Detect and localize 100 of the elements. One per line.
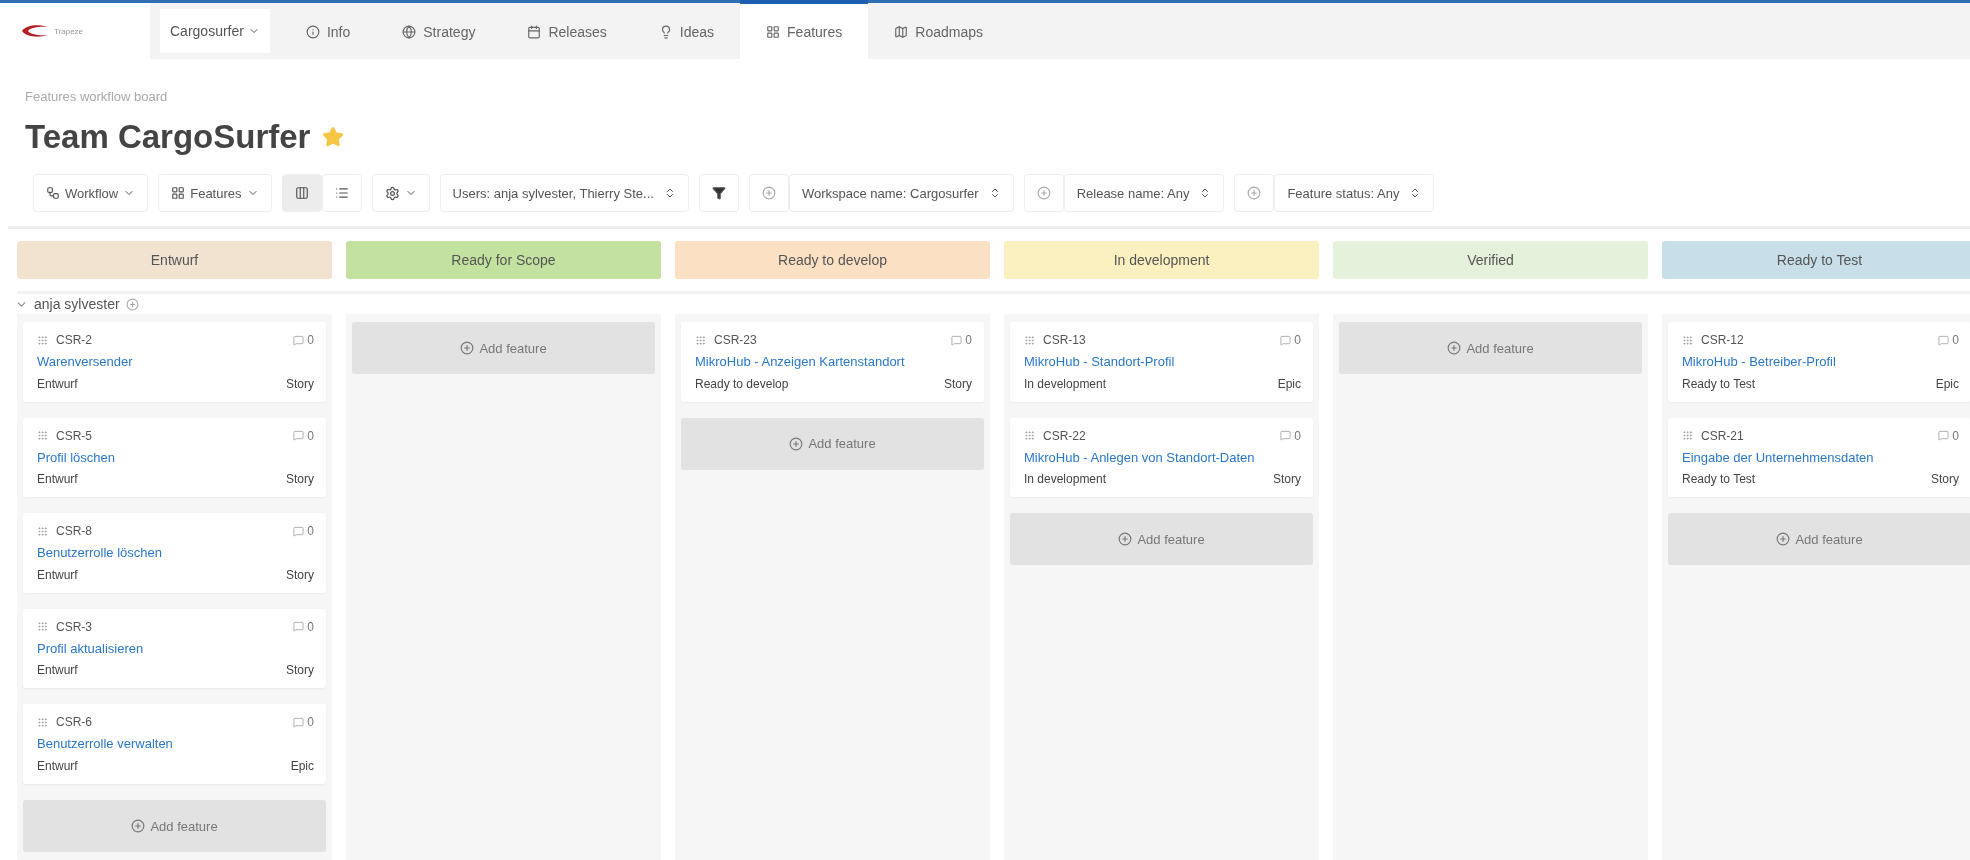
comment-count: 0 — [307, 619, 314, 634]
card-status: Entwurf — [37, 759, 78, 773]
card-title-link[interactable]: Warenversender — [37, 353, 314, 371]
card-title-link[interactable]: MikroHub - Anzeigen Kartenstandort — [695, 353, 972, 371]
card-id: CSR-8 — [56, 524, 93, 539]
nav-tab[interactable]: Roadmaps — [868, 0, 1009, 59]
comment-icon — [293, 525, 305, 537]
comment-count: 0 — [307, 524, 314, 539]
feature-card[interactable]: CSR-13 0 MikroHub - Standort-Profil In development Epic — [1010, 322, 1313, 402]
drag-handle-icon[interactable] — [37, 525, 48, 537]
filter-select[interactable]: Release name: Any — [1063, 174, 1225, 212]
card-title-link[interactable]: Benutzerrolle löschen — [37, 544, 314, 562]
nav-tab[interactable]: Strategy — [376, 0, 502, 59]
filter-toggle[interactable] — [748, 174, 789, 212]
feature-card[interactable]: CSR-3 0 Profil aktualisieren Entwurf Story — [23, 608, 326, 689]
add-feature-button[interactable]: Add feature — [1668, 513, 1970, 566]
add-feature-button[interactable]: Add feature — [352, 322, 655, 375]
card-type: Epic — [1277, 376, 1301, 391]
add-feature-button[interactable]: Add feature — [1010, 513, 1313, 566]
grid-icon — [766, 24, 781, 39]
drag-handle-icon[interactable] — [1024, 430, 1035, 442]
feature-card[interactable]: CSR-22 0 MikroHub - Anlegen von Standort-Daten In development Story — [1010, 417, 1313, 498]
card-status: Entwurf — [37, 567, 78, 582]
card-title-link[interactable]: Profil löschen — [37, 448, 314, 467]
card-type: Epic — [1935, 376, 1959, 391]
filter-select[interactable]: Feature status: Any — [1274, 174, 1435, 212]
add-circle-icon — [761, 186, 776, 200]
add-circle-icon[interactable] — [125, 297, 139, 311]
card-title-link[interactable]: MikroHub - Standort-Profil — [1024, 353, 1301, 371]
card-title-link[interactable]: MikroHub - Betreiber-Profil — [1682, 353, 1959, 371]
feature-card[interactable]: CSR-23 0 MikroHub - Anzeigen Kartenstandort Ready to develop Story — [681, 322, 984, 402]
feature-card[interactable]: CSR-6 0 Benutzerrolle verwalten Entwurf Epic — [23, 704, 326, 784]
settings-button[interactable] — [371, 174, 430, 212]
comment-icon — [293, 430, 305, 442]
card-type: Story — [286, 567, 314, 582]
feature-card[interactable]: CSR-2 0 Warenversender Entwurf Story — [23, 322, 326, 402]
add-feature-button[interactable]: Add feature — [1339, 322, 1642, 375]
feature-card[interactable]: CSR-21 0 Eingabe der Unternehmensdaten Ready to Test Story — [1668, 417, 1970, 498]
view-toggle[interactable] — [321, 174, 362, 212]
card-status: Ready to Test — [1682, 472, 1756, 487]
comment-icon — [293, 621, 305, 633]
column-header: In development — [1004, 241, 1319, 279]
comment-icon — [1280, 430, 1292, 442]
drag-handle-icon[interactable] — [695, 334, 706, 346]
drag-handle-icon[interactable] — [37, 430, 48, 442]
menu-button[interactable]: Features — [158, 174, 272, 212]
card-id: CSR-22 — [1043, 428, 1087, 443]
column-header: Ready for Scope — [346, 241, 661, 279]
card-status: Ready to Test — [1682, 376, 1756, 391]
drag-handle-icon[interactable] — [1682, 430, 1693, 442]
add-circle-icon — [1776, 532, 1791, 547]
nav-tab[interactable]: Features — [740, 0, 869, 59]
filter-button[interactable] — [698, 174, 739, 212]
column-header: Ready to Test — [1662, 241, 1970, 279]
breadcrumb: Features workflow board — [24, 88, 169, 104]
comment-count: 0 — [307, 428, 314, 443]
feature-card[interactable]: CSR-8 0 Benutzerrolle löschen Entwurf Story — [23, 513, 326, 593]
drag-handle-icon[interactable] — [37, 621, 48, 633]
nav-tab[interactable]: Info — [279, 0, 377, 59]
card-id: CSR-12 — [1701, 333, 1745, 348]
card-title-link[interactable]: Benutzerrolle verwalten — [37, 735, 314, 753]
menu-button[interactable]: Workflow — [33, 174, 149, 212]
drag-handle-icon[interactable] — [1682, 334, 1693, 346]
filter-select[interactable]: Workspace name: Cargosurfer — [788, 174, 1014, 212]
comment-count: 0 — [1952, 333, 1959, 348]
nav-tab[interactable]: Releases — [501, 0, 633, 59]
card-type: Story — [286, 663, 314, 678]
card-title-link[interactable]: Eingabe der Unternehmensdaten — [1682, 448, 1959, 467]
comment-icon — [1938, 430, 1950, 442]
filter-toggle[interactable] — [1234, 174, 1275, 212]
nav-tab[interactable]: Ideas — [632, 0, 741, 59]
drag-handle-icon[interactable] — [37, 334, 48, 346]
users-select[interactable]: Users: anja sylvester, Thierry Ste... — [439, 174, 689, 212]
drag-handle-icon[interactable] — [37, 716, 48, 728]
card-status: Entwurf — [37, 472, 78, 487]
workspace-menu[interactable]: Cargosurfer — [160, 9, 270, 53]
card-type: Story — [1273, 472, 1301, 487]
add-feature-button[interactable]: Add feature — [681, 417, 984, 470]
card-type: Epic — [290, 759, 314, 773]
card-type: Story — [1931, 472, 1959, 487]
add-circle-icon — [1118, 532, 1133, 547]
card-type: Story — [286, 472, 314, 487]
favorite-star-icon[interactable] — [322, 126, 345, 148]
comment-count: 0 — [307, 715, 314, 730]
comment-count: 0 — [307, 333, 314, 348]
comment-count: 0 — [1294, 333, 1301, 348]
comment-icon — [951, 334, 963, 346]
feature-card[interactable]: CSR-12 0 MikroHub - Betreiber-Profil Ready to Test Epic — [1668, 322, 1970, 402]
card-title-link[interactable]: MikroHub - Anlegen von Standort-Daten — [1024, 448, 1301, 467]
add-feature-button[interactable]: Add feature — [23, 800, 326, 852]
drag-handle-icon[interactable] — [1024, 334, 1035, 346]
view-toggle[interactable] — [281, 174, 322, 212]
card-title-link[interactable]: Profil aktualisieren — [37, 639, 314, 658]
card-status: Entwurf — [37, 376, 78, 391]
add-circle-icon — [1036, 186, 1051, 200]
feature-card[interactable]: CSR-5 0 Profil löschen Entwurf Story — [23, 417, 326, 498]
group-name: anja sylvester — [34, 296, 120, 313]
calendar-icon — [527, 24, 542, 39]
filter-toggle[interactable] — [1023, 174, 1064, 212]
settings-icon — [384, 185, 400, 201]
